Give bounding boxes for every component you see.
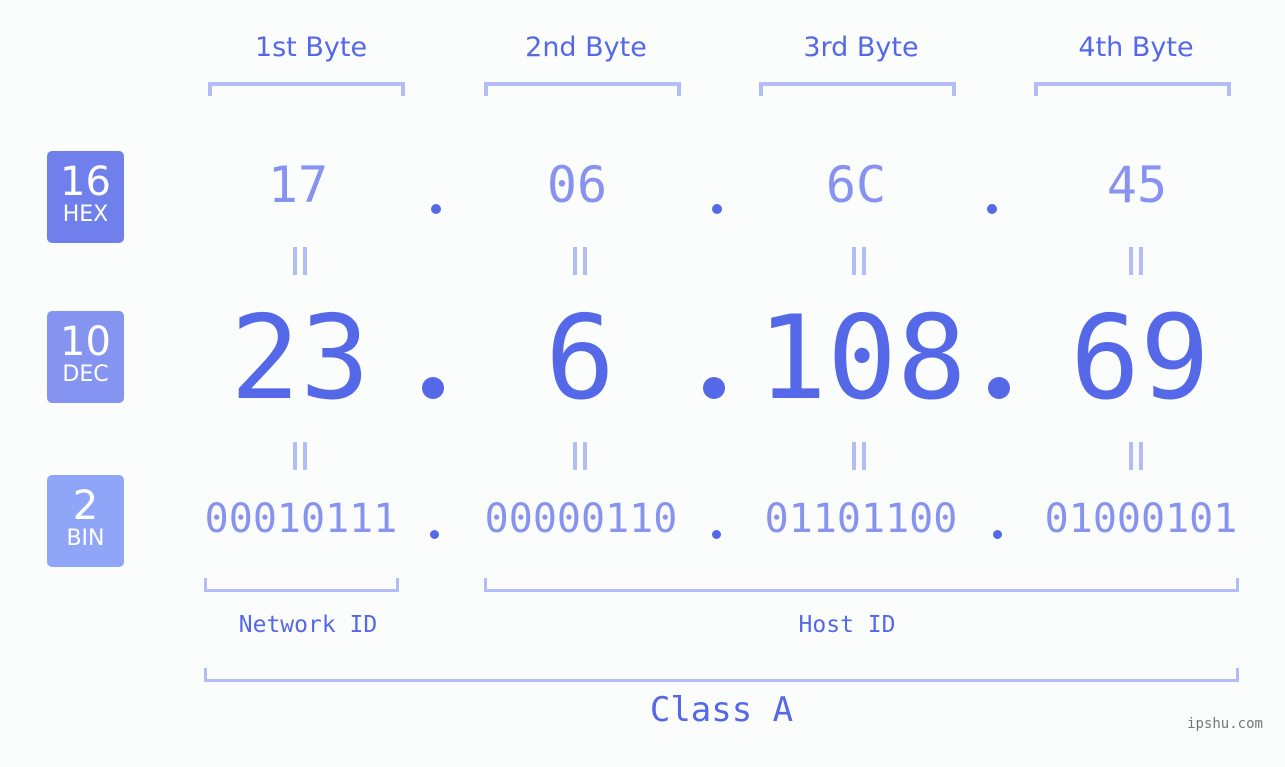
equals-icon (570, 442, 590, 470)
bin-separator-dot (712, 530, 721, 539)
bin-value-1: 00010111 (204, 496, 398, 542)
network-id-label: Network ID (238, 612, 378, 638)
hex-value-2: 06 (546, 156, 608, 214)
equals-icon (849, 442, 869, 470)
bin-value-3: 01101100 (764, 496, 958, 542)
equals-icon (1126, 442, 1146, 470)
dec-value-3: 108 (757, 291, 967, 426)
bin-badge-base: 2 (72, 483, 99, 529)
byte-label-4: 4th Byte (1078, 32, 1194, 63)
dec-badge: 10 DEC (47, 311, 124, 403)
dec-value-4: 69 (1070, 291, 1210, 426)
byte-label-3: 3rd Byte (803, 32, 919, 63)
hex-value-1: 17 (267, 156, 329, 214)
class-label: Class A (649, 690, 794, 730)
byte-bracket-3 (759, 82, 956, 96)
dec-separator-dot (422, 377, 444, 399)
equals-icon (290, 442, 310, 470)
byte-bracket-1 (208, 82, 405, 96)
hex-separator-dot (712, 204, 722, 214)
bin-value-2: 00000110 (484, 496, 678, 542)
network-id-bracket (204, 578, 399, 592)
host-id-bracket (484, 578, 1239, 592)
bin-badge: 2 BIN (47, 475, 124, 567)
dec-value-2: 6 (545, 291, 615, 426)
hex-separator-dot (987, 204, 997, 214)
class-bracket (204, 668, 1239, 682)
bin-separator-dot (993, 530, 1002, 539)
equals-icon (849, 247, 869, 275)
host-id-label: Host ID (798, 612, 896, 638)
bin-value-4: 01000101 (1044, 496, 1238, 542)
hex-value-3: 6C (825, 156, 887, 214)
byte-label-1: 1st Byte (254, 32, 368, 63)
byte-bracket-2 (484, 82, 681, 96)
bin-separator-dot (430, 530, 439, 539)
bin-badge-name: BIN (66, 526, 105, 551)
dec-separator-dot (988, 377, 1010, 399)
byte-bracket-4 (1034, 82, 1231, 96)
hex-value-4: 45 (1106, 156, 1168, 214)
hex-badge-name: HEX (62, 202, 109, 227)
hex-badge-base: 16 (60, 159, 111, 205)
dec-separator-dot (703, 377, 725, 399)
byte-label-2: 2nd Byte (525, 32, 647, 63)
watermark: ipshu.com (1187, 716, 1263, 732)
dec-value-1: 23 (230, 291, 370, 426)
hex-badge: 16 HEX (47, 151, 124, 243)
dec-badge-base: 10 (60, 319, 111, 365)
dec-badge-name: DEC (62, 362, 109, 387)
hex-separator-dot (431, 204, 441, 214)
equals-icon (1126, 247, 1146, 275)
equals-icon (290, 247, 310, 275)
equals-icon (570, 247, 590, 275)
